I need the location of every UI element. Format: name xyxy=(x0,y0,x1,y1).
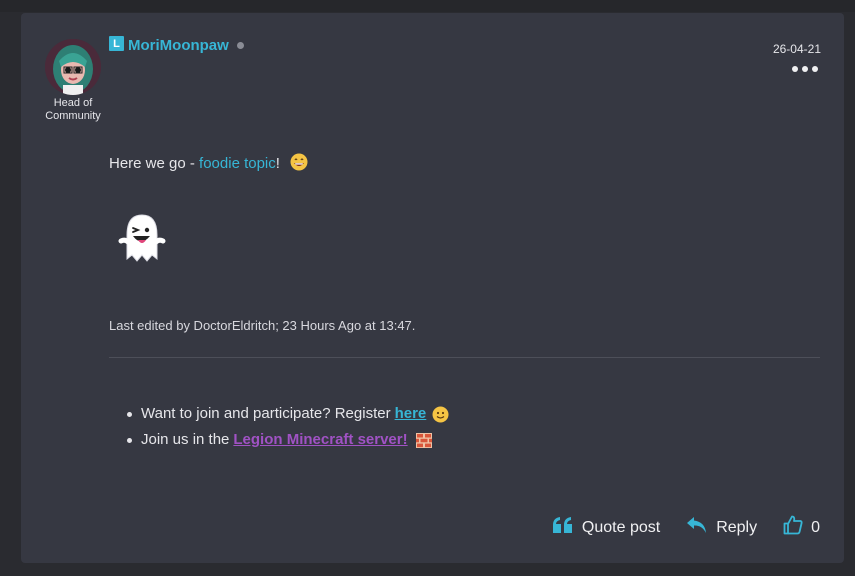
thumbs-up-icon xyxy=(783,515,803,540)
smile-emoji xyxy=(432,406,449,423)
more-options-icon[interactable] xyxy=(792,66,818,72)
post-body: Here we go - foodie topic! xyxy=(109,150,308,172)
menu-dot xyxy=(792,66,798,72)
post-card: Head of Community L MoriMoonpaw 26-04-21… xyxy=(21,13,844,563)
register-link[interactable]: here xyxy=(395,401,427,427)
post-actions: Quote post Reply 0 xyxy=(552,515,820,540)
user-role: Head of Community xyxy=(45,97,101,122)
bullet xyxy=(127,411,132,417)
signature-item: Join us in the Legion Minecraft server! xyxy=(127,427,449,453)
reply-label: Reply xyxy=(716,518,758,536)
username-link[interactable]: MoriMoonpaw xyxy=(128,37,229,54)
user-avatar[interactable] xyxy=(45,39,101,95)
like-count: 0 xyxy=(811,518,820,536)
top-strip xyxy=(0,0,855,12)
menu-dot xyxy=(802,66,808,72)
minecraft-server-link[interactable]: Legion Minecraft server! xyxy=(233,427,407,453)
like-button[interactable]: 0 xyxy=(783,515,820,540)
signature-register-text: Want to join and participate? Register xyxy=(141,405,391,422)
brick-emoji xyxy=(415,432,432,448)
reply-icon xyxy=(686,516,708,539)
bullet xyxy=(127,437,132,443)
quote-post-button[interactable]: Quote post xyxy=(552,516,660,539)
reply-button[interactable]: Reply xyxy=(686,516,757,539)
foodie-topic-link[interactable]: foodie topic xyxy=(199,155,276,172)
avatar-image xyxy=(45,39,101,95)
quote-icon xyxy=(552,516,574,539)
user-header: L MoriMoonpaw xyxy=(109,36,244,54)
signature-minecraft-text: Join us in the xyxy=(141,431,230,448)
user-level-badge: L xyxy=(109,36,124,51)
edited-note: Last edited by DoctorEldritch; 23 Hours … xyxy=(109,318,416,333)
quote-post-label: Quote post xyxy=(581,518,661,536)
signature-item: Want to join and participate? Register h… xyxy=(127,401,449,427)
post-body-prefix: Here we go - xyxy=(109,155,200,172)
signature-divider xyxy=(109,357,820,358)
post-date: 26-04-21 xyxy=(772,42,821,56)
offline-status-dot xyxy=(236,42,244,49)
ghost-emoji xyxy=(117,211,167,267)
post-body-suffix: ! xyxy=(275,155,280,172)
signature-list: Want to join and participate? Register h… xyxy=(127,401,449,453)
menu-dot xyxy=(812,66,818,72)
grin-emoji xyxy=(290,153,308,171)
